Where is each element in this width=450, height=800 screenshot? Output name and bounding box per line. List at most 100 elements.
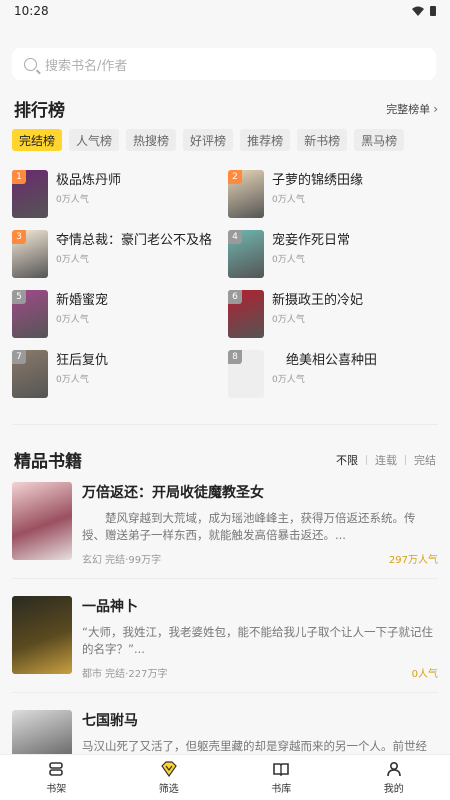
- book-title: 夺情总裁：豪门老公不及格: [56, 233, 213, 248]
- book-cover: 8: [228, 350, 264, 398]
- nav-profile[interactable]: 我的: [338, 755, 450, 800]
- premium-title: 精品书籍: [14, 452, 82, 472]
- status-bar: 10:28: [0, 0, 450, 22]
- book-popularity: 0万人气: [56, 315, 89, 325]
- nav-filter[interactable]: 筛选: [113, 755, 226, 800]
- book-card[interactable]: 万倍返还：开局收徒魔教圣女 楚风穿越到大荒域，成为瑶池峰峰主，获得万倍返还系统。…: [12, 482, 438, 566]
- book-title: 绝美相公喜种田: [286, 353, 378, 368]
- tab-recommended[interactable]: 推荐榜: [240, 129, 291, 151]
- rank-number: 6: [228, 290, 242, 304]
- book-cover: [12, 710, 72, 754]
- wifi-icon: [412, 6, 424, 16]
- book-cover: [12, 596, 72, 674]
- book-popularity: 0万人气: [272, 375, 305, 385]
- nav-library[interactable]: 书库: [225, 755, 338, 800]
- ranking-item[interactable]: 1 极品炼丹师 0万人气: [12, 170, 228, 218]
- book-title: 新婚蜜宠: [56, 293, 109, 308]
- tab-hot-search[interactable]: 热搜榜: [126, 129, 177, 151]
- status-filters: 不限 连载 完结: [336, 452, 436, 468]
- ranking-list: 1 极品炼丹师 0万人气 2 子萝的锦绣田缘 0万人气 3 夺情总裁：豪门老公不及格…: [12, 170, 438, 398]
- book-title: 七国驸马: [82, 713, 138, 729]
- status-time: 10:28: [14, 4, 49, 18]
- book-popularity: 0万人气: [56, 255, 89, 265]
- nav-profile-label: 我的: [383, 783, 404, 795]
- chevron-right-icon: ›: [433, 101, 438, 116]
- book-card[interactable]: 一品神卜 “大师，我姓江，我老婆姓包，能不能给我儿子取个让人一下子就记住的名字？…: [12, 596, 438, 680]
- filter-separator: [366, 454, 367, 465]
- ranking-tabs: 完结榜 人气榜 热搜榜 好评榜 推荐榜 新书榜 黑马榜: [12, 129, 405, 151]
- filter-serializing[interactable]: 连载: [375, 452, 397, 468]
- status-icons: [412, 6, 436, 16]
- filter-completed[interactable]: 完结: [414, 452, 436, 468]
- book-title: 万倍返还：开局收徒魔教圣女: [82, 485, 264, 501]
- book-card[interactable]: 七国驸马 马汉山死了又活了，但躯壳里藏的却是穿越而来的另一个人。前世经历太: [12, 710, 438, 754]
- book-title: 狂后复仇: [56, 353, 109, 368]
- full-ranking-label: 完整榜单: [386, 102, 431, 116]
- rank-number: 3: [12, 230, 26, 244]
- rank-number: 5: [12, 290, 26, 304]
- book-meta: 都市 完结·227万字: [82, 669, 168, 680]
- book-cover: [12, 482, 72, 560]
- filter-all[interactable]: 不限: [336, 452, 358, 468]
- book-cover: 4: [228, 230, 264, 278]
- tab-completed[interactable]: 完结榜: [12, 129, 63, 151]
- book-title: 新摄政王的冷妃: [272, 293, 364, 308]
- tab-new-books[interactable]: 新书榜: [297, 129, 348, 151]
- search-input[interactable]: 搜索书名/作者: [45, 55, 127, 74]
- book-title: 子萝的锦绣田缘: [272, 173, 364, 188]
- tab-popular[interactable]: 人气榜: [69, 129, 120, 151]
- premium-header: 精品书籍 不限 连载 完结: [14, 447, 436, 472]
- section-divider: [12, 424, 438, 425]
- ranking-item[interactable]: 2 子萝的锦绣田缘 0万人气: [228, 170, 438, 218]
- book-cover: 1: [12, 170, 48, 218]
- book-popularity: 0万人气: [56, 375, 89, 385]
- book-meta: 玄幻 完结·99万字: [82, 555, 162, 566]
- book-description: 楚风穿越到大荒域，成为瑶池峰峰主，获得万倍返还系统。传授、赠送弟子一样东西，就能…: [82, 511, 416, 542]
- diamond-icon: [160, 760, 177, 777]
- book-popularity: 0万人气: [272, 195, 305, 205]
- tab-dark-horse[interactable]: 黑马榜: [354, 129, 405, 151]
- ranking-item[interactable]: 7 狂后复仇 0万人气: [12, 350, 228, 398]
- search-icon: [24, 57, 37, 71]
- nav-bookshelf[interactable]: 书架: [0, 755, 113, 800]
- battery-icon: [430, 6, 436, 16]
- ranking-header: 排行榜 完整榜单 ›: [14, 96, 438, 121]
- book-popularity: 0万人气: [56, 195, 89, 205]
- ranking-item[interactable]: 8 绝美相公喜种田 0万人气: [228, 350, 438, 398]
- book-title: 宠妾作死日常: [272, 233, 351, 248]
- book-popularity: 0万人气: [272, 315, 305, 325]
- search-bar[interactable]: 搜索书名/作者: [12, 48, 436, 80]
- book-cover: 2: [228, 170, 264, 218]
- book-popularity: 297万人气: [388, 555, 438, 566]
- tab-good-review[interactable]: 好评榜: [183, 129, 234, 151]
- rank-number: 8: [228, 350, 242, 364]
- list-divider: [12, 692, 438, 693]
- bookshelf-icon: [49, 761, 64, 776]
- full-ranking-link[interactable]: 完整榜单 ›: [386, 101, 438, 117]
- book-cover: 3: [12, 230, 48, 278]
- book-popularity: 0人气: [411, 669, 438, 680]
- book-cover: 6: [228, 290, 264, 338]
- nav-bookshelf-label: 书架: [46, 783, 67, 795]
- list-divider: [12, 578, 438, 579]
- book-cover: 7: [12, 350, 48, 398]
- ranking-item[interactable]: 5 新婚蜜宠 0万人气: [12, 290, 228, 338]
- book-description: “大师，我姓江，我老婆姓包，能不能给我儿子取个让人一下子就记住的名字？”...: [82, 625, 433, 656]
- book-cover: 5: [12, 290, 48, 338]
- rank-number: 4: [228, 230, 242, 244]
- bottom-nav: 书架 筛选 书库 我的: [0, 754, 450, 800]
- rank-number: 2: [228, 170, 242, 184]
- book-open-icon: [273, 762, 290, 776]
- ranking-item[interactable]: 4 宠妾作死日常 0万人气: [228, 230, 438, 278]
- ranking-item[interactable]: 3 夺情总裁：豪门老公不及格 0万人气: [12, 230, 228, 278]
- nav-filter-label: 筛选: [158, 783, 179, 795]
- rank-number: 7: [12, 350, 26, 364]
- rank-number: 1: [12, 170, 26, 184]
- book-title: 一品神卜: [82, 599, 138, 615]
- filter-separator: [405, 454, 406, 465]
- ranking-title: 排行榜: [14, 101, 65, 121]
- nav-library-label: 书库: [271, 783, 292, 795]
- book-title: 极品炼丹师: [56, 173, 122, 188]
- ranking-item[interactable]: 6 新摄政王的冷妃 0万人气: [228, 290, 438, 338]
- book-description: 马汉山死了又活了，但躯壳里藏的却是穿越而来的另一个人。前世经历太: [82, 739, 427, 753]
